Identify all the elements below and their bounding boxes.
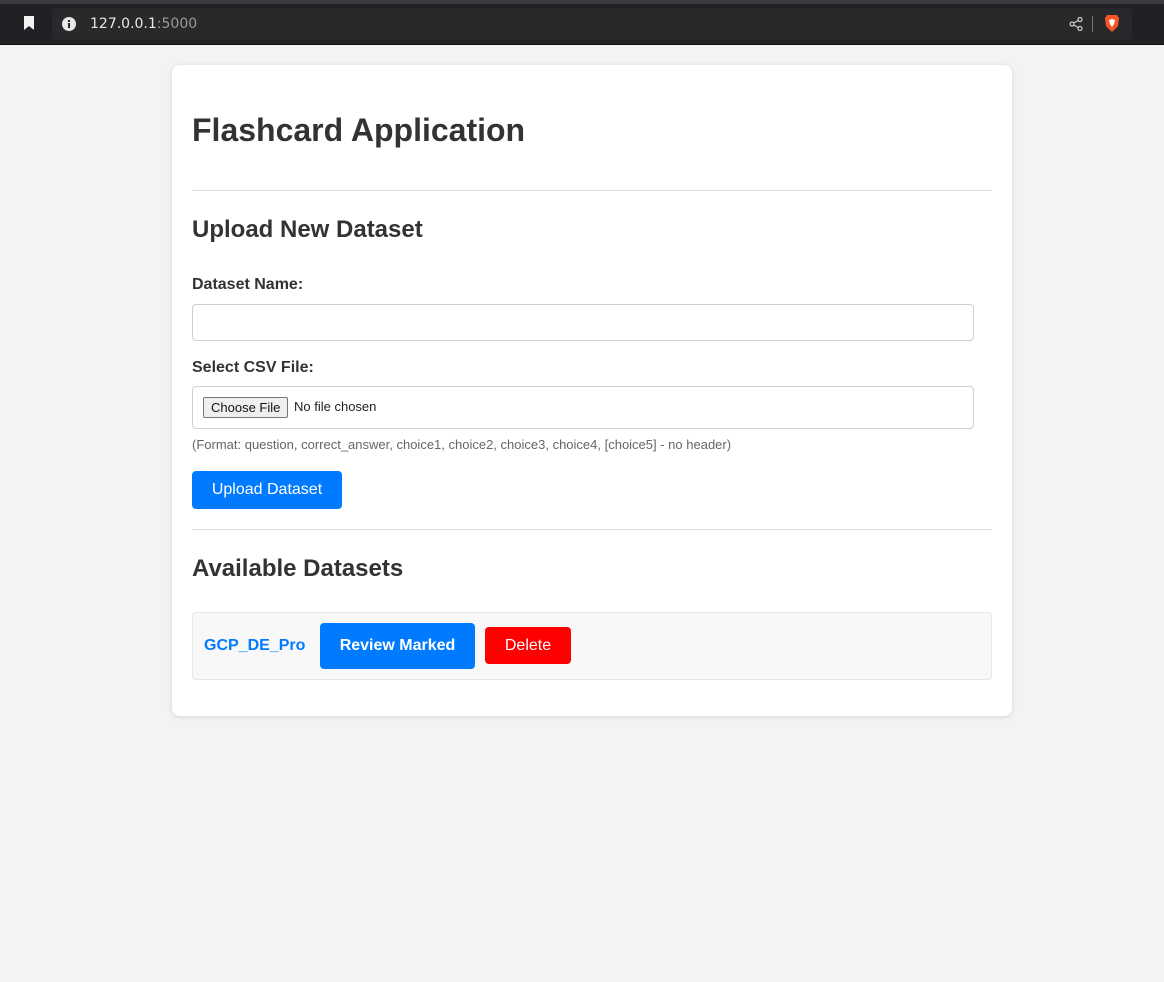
dataset-link[interactable]: GCP_DE_Pro [204,637,305,655]
dataset-name-input[interactable] [192,304,974,341]
review-marked-button[interactable]: Review Marked [320,623,475,669]
title-divider [192,190,992,191]
upload-section-title: Upload New Dataset [192,216,423,243]
share-icon[interactable] [1069,17,1083,31]
url-port: :5000 [156,16,198,32]
csv-file-label: Select CSV File: [192,359,314,376]
csv-file-input[interactable]: Choose File No file chosen [192,386,974,429]
browser-toolbar: 127.0.0.1:5000 [0,0,1164,45]
section-divider [192,529,992,530]
datasets-section-title: Available Datasets [192,555,404,582]
address-bar[interactable]: 127.0.0.1:5000 [52,8,1132,40]
url-host: 127.0.0.1 [90,16,157,32]
dataset-name-label: Dataset Name: [192,276,304,293]
upload-dataset-button[interactable]: Upload Dataset [192,471,342,509]
dataset-item: GCP_DE_Pro Review Marked Delete [192,612,992,680]
brave-icon[interactable] [1104,14,1120,33]
format-hint: (Format: question, correct_answer, choic… [192,437,732,452]
delete-button[interactable]: Delete [485,627,571,664]
main-card: Flashcard Application Upload New Dataset… [172,65,1012,716]
bookmark-icon[interactable] [23,15,35,31]
file-status: No file chosen [294,399,377,414]
page-title: Flashcard Application [192,112,526,148]
choose-file-button[interactable]: Choose File [203,397,289,418]
url-text: 127.0.0.1:5000 [90,16,197,32]
info-icon[interactable] [62,17,76,31]
address-bar-divider [1092,16,1093,32]
